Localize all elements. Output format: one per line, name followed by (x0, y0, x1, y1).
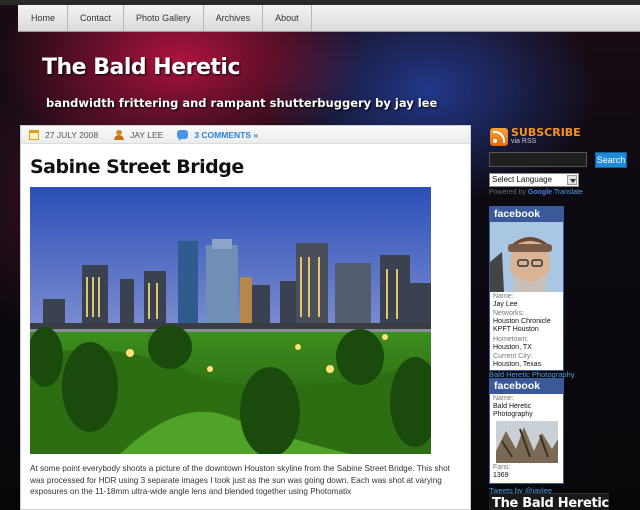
sidebar-widget-title: The Bald Heretic (492, 496, 609, 510)
fb-hometown: Houston, TX (493, 343, 532, 351)
language-select-value: Select Language (492, 175, 553, 184)
powered-by-label: Powered by (489, 189, 526, 196)
fb-name-label: Name: (493, 293, 514, 300)
google-logo: Google (527, 189, 553, 196)
rss-icon[interactable] (490, 128, 508, 146)
post-title[interactable]: Sabine Street Bridge (30, 156, 470, 178)
skyline-photo[interactable] (30, 187, 431, 454)
blog-post: 27 JULY 2008 JAY LEE 3 COMMENTS » Sabine… (20, 125, 471, 510)
facebook-logo: facebook (490, 207, 563, 222)
page-photo (496, 421, 558, 464)
nav-photo-gallery[interactable]: Photo Gallery (124, 5, 204, 31)
language-select[interactable]: Select Language (489, 173, 579, 187)
nav-home[interactable]: Home (18, 5, 69, 31)
fb-page-name: Photography (493, 411, 533, 419)
powered-by: Powered by Google Translate (489, 189, 583, 196)
fb-network: Houston Chronicle (493, 318, 551, 326)
fb-network: KPFT Houston (493, 326, 539, 334)
fb-page-name-label: Name: (493, 395, 514, 402)
comment-icon (177, 130, 189, 141)
search-button[interactable]: Search (595, 152, 627, 168)
post-body: At some point everybody shoots a picture… (30, 464, 450, 496)
facebook-profile-badge[interactable]: facebook Name: Jay Lee Networks: Houston… (489, 206, 564, 371)
post-meta: 27 JULY 2008 JAY LEE 3 COMMENTS » (21, 126, 470, 144)
site-tagline: bandwidth frittering and rampant shutter… (46, 96, 438, 110)
facebook-logo: facebook (490, 379, 563, 394)
fb-name: Jay Lee (493, 301, 518, 308)
fb-networks-label: Networks: (493, 310, 525, 318)
facebook-page-badge[interactable]: facebook Name: Bald Heretic Photography … (489, 378, 564, 484)
site-title[interactable]: The Bald Heretic (42, 55, 241, 80)
profile-photo (490, 222, 563, 292)
fb-page-name: Bald Heretic (493, 403, 532, 410)
fb-fans-label: Fans: (493, 464, 511, 472)
chevron-down-icon (567, 175, 577, 185)
fb-city: Houston, Texas (493, 360, 542, 368)
nav-contact[interactable]: Contact (68, 5, 125, 31)
post-date: 27 JULY 2008 (45, 129, 99, 140)
comments-link[interactable]: 3 COMMENTS » (194, 130, 258, 140)
calendar-icon (29, 129, 39, 140)
fb-city-label: Current City: (493, 352, 533, 360)
user-icon (114, 129, 125, 140)
post-author[interactable]: JAY LEE (130, 130, 163, 140)
main-nav: Home Contact Photo Gallery Archives Abou… (18, 5, 640, 32)
fb-hometown-label: Hometown: (493, 335, 529, 343)
translate-link[interactable]: Translate (554, 189, 583, 196)
nav-about[interactable]: About (263, 5, 312, 31)
nav-archives[interactable]: Archives (204, 5, 264, 31)
fb-fans-count: 1369 (493, 472, 509, 480)
search-input[interactable] (489, 152, 587, 167)
subscribe-sub: via RSS (511, 138, 537, 145)
